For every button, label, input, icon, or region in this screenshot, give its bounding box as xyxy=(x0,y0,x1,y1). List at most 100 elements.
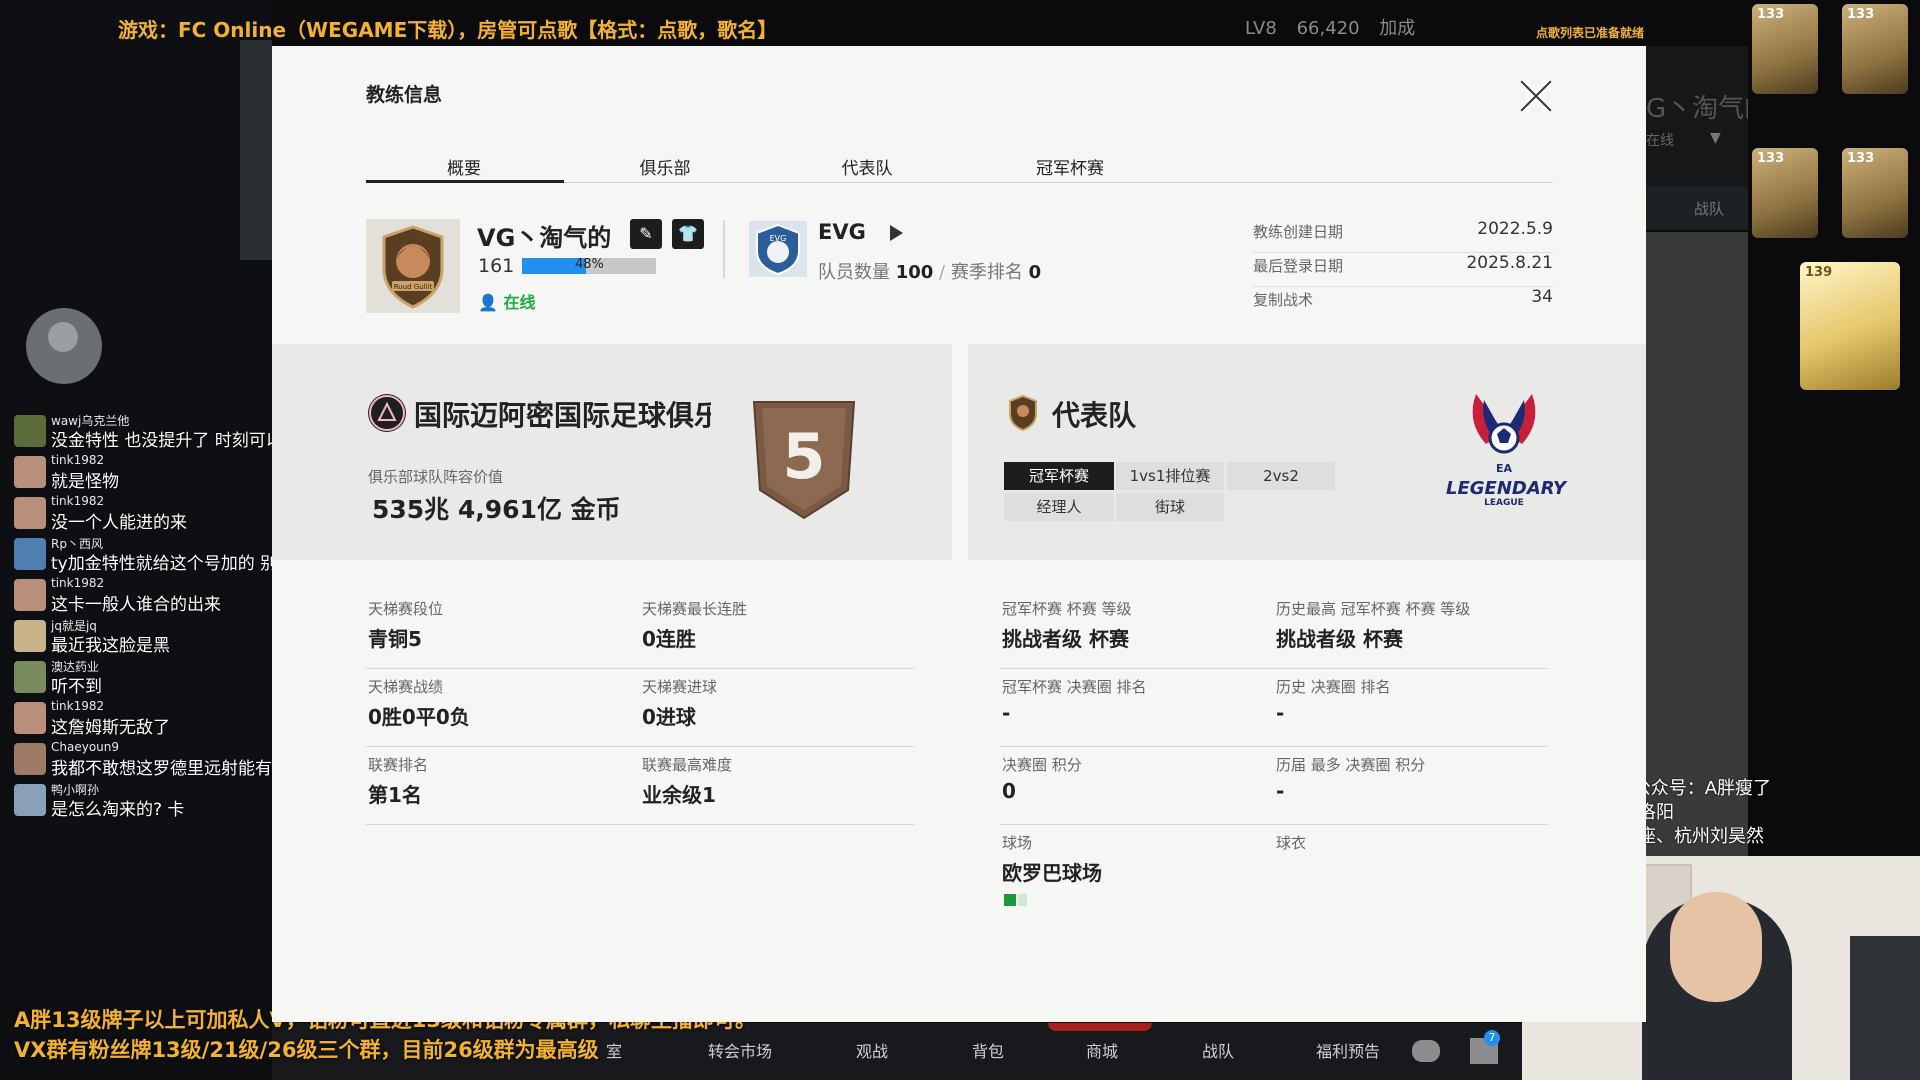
tab-representative-team[interactable]: 代表队 xyxy=(769,154,965,179)
chat-avatar xyxy=(14,743,46,775)
game-right-panel xyxy=(1646,232,1748,857)
game-top-status: LV8 66,420 加成 xyxy=(1245,14,1429,40)
user-icon: 👤 xyxy=(478,293,504,312)
mode-2vs2[interactable]: 2vs2 xyxy=(1227,462,1335,490)
club-name: EVG xyxy=(818,220,866,244)
menu-item-team[interactable]: 战队 xyxy=(1202,1038,1234,1062)
currency-status: 66,420 xyxy=(1296,18,1360,39)
bonus-status: 加成 xyxy=(1379,18,1416,39)
online-status: 👤 在线 xyxy=(478,293,536,312)
stat-finals-rank: 冠军杯赛 决赛圈 排名 - xyxy=(1000,668,1274,747)
stat-ladder-goals: 天梯赛进球 0进球 xyxy=(640,668,914,747)
chat-text: 我都不敢想这罗德里远射能有多夸 xyxy=(51,759,306,779)
club-full-name: 国际迈阿密国际足球俱乐部 xyxy=(414,399,711,432)
stat-kit: 球衣 xyxy=(1276,834,1307,852)
webcam-face xyxy=(1670,892,1762,1002)
chat-bubble-icon[interactable] xyxy=(1412,1040,1440,1062)
game-right-tab-label[interactable]: 战队 xyxy=(1694,198,1724,219)
club-logo: EVG xyxy=(749,221,807,277)
menu-item-spectate[interactable]: 观战 xyxy=(856,1038,888,1062)
jersey-icon[interactable]: 👕 xyxy=(672,219,704,249)
mode-champions-cup[interactable]: 冠军杯赛 xyxy=(1004,462,1114,490)
chat-text: 就是怪物 xyxy=(51,472,119,492)
menu-item-shop[interactable]: 商城 xyxy=(1086,1038,1118,1062)
svg-text:EA: EA xyxy=(1496,462,1513,475)
chat-avatar xyxy=(14,456,46,488)
mode-manager[interactable]: 经理人 xyxy=(1004,493,1114,521)
stat-finals-max-points: 历届 最多 决赛圈 积分 - xyxy=(1274,746,1548,825)
stream-top-marquee: 游戏：FC Online（WEGAME下载），房管可点歌【格式：点歌，歌名】 xyxy=(118,18,778,42)
info-last-login: 最后登录日期 2025.8.21 xyxy=(1253,253,1553,287)
level-status: LV8 xyxy=(1245,18,1277,39)
chat-avatar xyxy=(14,661,46,693)
exp-percent: 48% xyxy=(575,257,604,272)
webcam-chair xyxy=(1850,936,1920,1080)
svg-text:EVG: EVG xyxy=(770,234,787,243)
mode-street[interactable]: 街球 xyxy=(1116,493,1224,521)
season-rank: 0 xyxy=(1028,262,1042,283)
chat-text: 听不到 xyxy=(51,677,102,697)
tab-club[interactable]: 俱乐部 xyxy=(567,154,763,179)
coach-name: VG丶淘气的 xyxy=(477,224,612,252)
modal-title: 教练信息 xyxy=(366,84,443,106)
kit-color-swatch xyxy=(1004,894,1016,906)
stat-finals-points: 决赛圈 积分 0 xyxy=(1000,746,1274,825)
stream-bottom-note: VX群有粉丝牌13级/21级/26级三个群，目前26级群为最高级 xyxy=(14,1038,599,1062)
edit-icon[interactable]: ✎ xyxy=(630,219,662,249)
mode-1vs1-ranked[interactable]: 1vs1排位赛 xyxy=(1116,462,1224,490)
info-created-date: 教练创建日期 2022.5.9 xyxy=(1253,219,1553,253)
stat-finals-best-rank: 历史 决赛圈 排名 - xyxy=(1274,668,1548,747)
chat-avatar xyxy=(14,579,46,611)
menu-highlight xyxy=(1048,1023,1152,1031)
chat-username: Chaeyoun9 xyxy=(51,740,120,754)
menu-item[interactable]: 室 xyxy=(606,1038,622,1062)
tab-champions-cup[interactable]: 冠军杯赛 xyxy=(972,154,1168,179)
chat-username: tink1982 xyxy=(51,576,105,590)
member-count: 100 xyxy=(895,262,934,283)
stat-ladder-win-streak: 天梯赛最长连胜 0连胜 xyxy=(640,590,914,669)
chat-username: tink1982 xyxy=(51,453,105,467)
stat-league-difficulty: 联赛最高难度 业余级1 xyxy=(640,746,914,825)
chat-avatar xyxy=(14,702,46,734)
game-right-status: 在线 xyxy=(1646,133,1674,149)
stat-cup-level: 冠军杯赛 杯赛 等级 挑战者级 杯赛 xyxy=(1000,590,1274,669)
chat-username: tink1982 xyxy=(51,699,105,713)
player-card: 133 xyxy=(1842,148,1908,238)
coach-badge: Ruud Gullit xyxy=(366,219,460,313)
squad-value-label: 俱乐部球队阵容价值 xyxy=(368,468,504,486)
play-icon[interactable] xyxy=(890,225,903,241)
stat-ladder-tier: 天梯赛段位 青铜5 xyxy=(366,590,640,669)
club-crest-icon xyxy=(368,394,406,432)
info-copied-tactics: 复制战术 34 xyxy=(1253,287,1553,309)
club-tier-shield: 5 xyxy=(748,398,860,522)
chat-username: tink1982 xyxy=(51,494,105,508)
chevron-down-icon[interactable]: ▼ xyxy=(1710,130,1721,146)
close-icon[interactable] xyxy=(1520,80,1552,112)
chat-text: 这詹姆斯无敌了 xyxy=(51,718,170,738)
chat-text: 最近我这脸是黑 xyxy=(51,636,170,656)
squad-value: 535兆 4,961亿 金币 xyxy=(372,495,621,524)
player-card: 133 xyxy=(1752,148,1818,238)
chat-avatar xyxy=(14,620,46,652)
badge-text: Ruud Gullit xyxy=(394,283,433,291)
active-tab-indicator xyxy=(366,180,564,183)
player-card: 133 xyxy=(1752,4,1818,94)
menu-item-benefits[interactable]: 福利预告 xyxy=(1316,1038,1380,1062)
menu-item-transfer-market[interactable]: 转会市场 xyxy=(708,1038,772,1062)
tab-overview[interactable]: 概要 xyxy=(366,154,562,179)
chat-avatar xyxy=(14,415,46,447)
svg-text:5: 5 xyxy=(782,420,825,493)
chat-avatar xyxy=(14,497,46,529)
header-divider xyxy=(723,220,725,278)
chat-avatar xyxy=(14,538,46,570)
game-left-fragment xyxy=(240,40,272,260)
song-request-note: 点歌列表已准备就绪 xyxy=(1536,26,1645,40)
chat-text: 这卡一般人谁合的出来 xyxy=(51,595,221,615)
representative-title: 代表队 xyxy=(1052,399,1137,432)
menu-item-inventory[interactable]: 背包 xyxy=(972,1038,1004,1062)
chat-text: 是怎么淘来的? 卡 xyxy=(51,800,185,820)
player-card: 133 xyxy=(1842,4,1908,94)
stat-cup-best-level: 历史最高 冠军杯赛 杯赛 等级 挑战者级 杯赛 xyxy=(1274,590,1548,669)
kit-color-swatch xyxy=(1018,894,1027,906)
player-card-featured: 139 xyxy=(1800,262,1900,390)
